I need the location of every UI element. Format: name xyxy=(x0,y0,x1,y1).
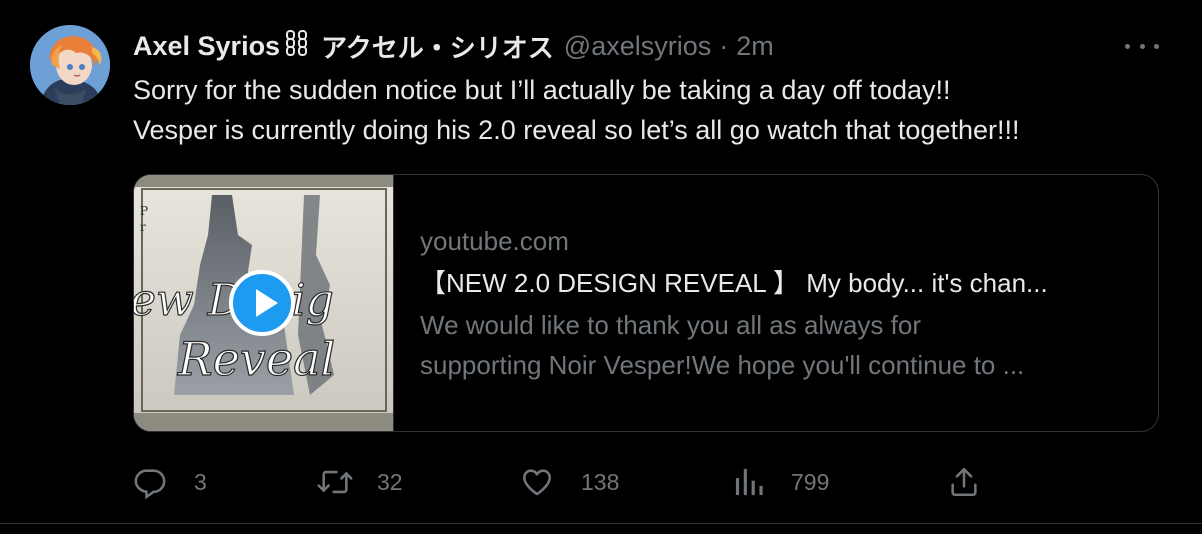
card-info[interactable]: youtube.com 【NEW 2.0 DESIGN REVEAL 】 My … xyxy=(420,221,1140,385)
views-count: 799 xyxy=(791,468,830,495)
avatar[interactable] xyxy=(30,25,110,105)
video-thumbnail[interactable]: P r ew Desig Reveal xyxy=(134,175,394,431)
tweet-header: Axel Syrios アクセル・シリオス @axelsyrios · 2m xyxy=(133,28,774,64)
play-triangle xyxy=(256,289,278,317)
timestamp[interactable]: 2m xyxy=(736,31,774,62)
svg-text:r: r xyxy=(140,220,146,234)
retweet-button[interactable]: 32 xyxy=(316,458,403,506)
tweet-text: Sorry for the sudden notice but I’ll act… xyxy=(133,70,1173,150)
reply-icon xyxy=(133,465,167,499)
chain-icon xyxy=(283,29,311,64)
svg-text:Reveal: Reveal xyxy=(177,332,335,386)
display-name-jp[interactable]: アクセル・シリオス xyxy=(321,28,554,65)
like-count: 138 xyxy=(581,468,620,495)
action-bar: 3 32 138 799 xyxy=(133,458,983,506)
more-dot xyxy=(1139,43,1145,49)
card-description: supporting Noir Vesper!We hope you'll co… xyxy=(420,350,1025,380)
reply-button[interactable]: 3 xyxy=(133,458,207,506)
retweet-count: 32 xyxy=(377,468,403,495)
display-name[interactable]: Axel Syrios xyxy=(133,31,280,62)
card-domain: youtube.com xyxy=(420,226,569,256)
like-icon xyxy=(519,465,555,499)
share-icon xyxy=(947,465,981,499)
share-button[interactable] xyxy=(947,458,981,506)
tweet-text-line: Sorry for the sudden notice but I’ll act… xyxy=(133,75,951,105)
like-button[interactable]: 138 xyxy=(519,458,619,506)
separator-dot: · xyxy=(719,30,729,61)
card-description: We would like to thank you all as always… xyxy=(420,310,921,340)
more-icon[interactable] xyxy=(1125,36,1159,56)
views-button[interactable]: 799 xyxy=(733,458,829,506)
tweet-text-line: Vesper is currently doing his 2.0 reveal… xyxy=(133,115,1020,145)
svg-text:P: P xyxy=(140,204,148,218)
views-icon xyxy=(733,465,765,499)
more-dot xyxy=(1154,43,1159,49)
more-dot xyxy=(1125,43,1130,49)
retweet-icon xyxy=(316,465,354,499)
link-card[interactable]: P r ew Desig Reveal youtube.com 【NEW 2.0… xyxy=(133,174,1159,432)
user-handle[interactable]: @axelsyrios xyxy=(564,31,711,62)
play-icon[interactable] xyxy=(229,270,295,336)
divider xyxy=(0,523,1202,524)
card-title: 【NEW 2.0 DESIGN REVEAL 】 My body... it's… xyxy=(420,268,1048,298)
reply-count: 3 xyxy=(194,468,207,495)
